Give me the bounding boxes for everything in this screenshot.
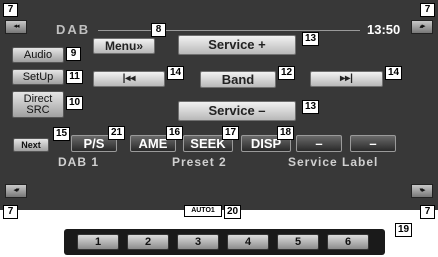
band-button[interactable]: Band (200, 71, 276, 88)
clock-display: 13:50 (367, 22, 401, 37)
preset-button-4[interactable]: 4 (227, 234, 269, 250)
callout-18: 18 (277, 126, 294, 140)
source-label: DAB (56, 22, 91, 37)
service-label-text: Service Label (288, 155, 379, 169)
top-right-arrow-icon[interactable]: ▴▸ (411, 20, 433, 34)
preset-button-1[interactable]: 1 (77, 234, 119, 250)
callout-7-bottom-right: 7 (420, 205, 435, 219)
top-left-arrow-icon[interactable]: ◂◂ (5, 20, 27, 34)
setup-button[interactable]: SetUp (12, 69, 64, 85)
auto-indicator-badge: AUTO1 (184, 205, 222, 217)
callout-21: 21 (108, 126, 125, 140)
function-slot-2-button[interactable]: – (350, 135, 396, 152)
callout-12: 12 (278, 66, 295, 80)
menu-button[interactable]: Menu» (93, 38, 155, 54)
preset-indicator: Preset 2 (172, 155, 227, 169)
title-divider (98, 30, 360, 31)
bottom-left-arrow-icon[interactable]: ◂▾ (5, 184, 27, 198)
service-up-button[interactable]: Service + (178, 35, 296, 55)
preset-bar: 1 2 3 4 5 6 (64, 229, 385, 255)
preset-button-6[interactable]: 6 (327, 234, 369, 250)
next-button[interactable]: Next (13, 138, 49, 152)
callout-14-next: 14 (385, 66, 402, 80)
preset-button-2[interactable]: 2 (127, 234, 169, 250)
bottom-right-arrow-icon[interactable]: ▾▸ (411, 184, 433, 198)
seek-previous-button[interactable]: |◂◂ (93, 71, 165, 87)
callout-7-top-right: 7 (420, 3, 435, 17)
callout-17: 17 (222, 126, 239, 140)
seek-next-button[interactable]: ▸▸| (310, 71, 383, 87)
callout-10: 10 (66, 96, 83, 110)
callout-16: 16 (166, 126, 183, 140)
callout-14-previous: 14 (167, 66, 184, 80)
preset-button-3[interactable]: 3 (177, 234, 219, 250)
callout-7-bottom-left: 7 (3, 205, 18, 219)
preset-button-5[interactable]: 5 (277, 234, 319, 250)
callout-19: 19 (395, 223, 412, 237)
band-indicator: DAB 1 (58, 155, 100, 169)
callout-8: 8 (151, 23, 166, 37)
direct-src-button[interactable]: Direct SRC (12, 91, 64, 118)
service-down-button[interactable]: Service – (178, 101, 296, 121)
callout-13-service-up: 13 (302, 32, 319, 46)
callout-9: 9 (66, 47, 81, 61)
callout-13-service-down: 13 (302, 100, 319, 114)
function-slot-1-button[interactable]: – (296, 135, 342, 152)
callout-7-top-left: 7 (3, 3, 18, 17)
callout-20: 20 (224, 205, 241, 219)
direct-src-label-line2: SRC (26, 104, 50, 116)
callout-11: 11 (66, 70, 83, 84)
callout-15: 15 (53, 127, 70, 141)
audio-button[interactable]: Audio (12, 47, 64, 63)
